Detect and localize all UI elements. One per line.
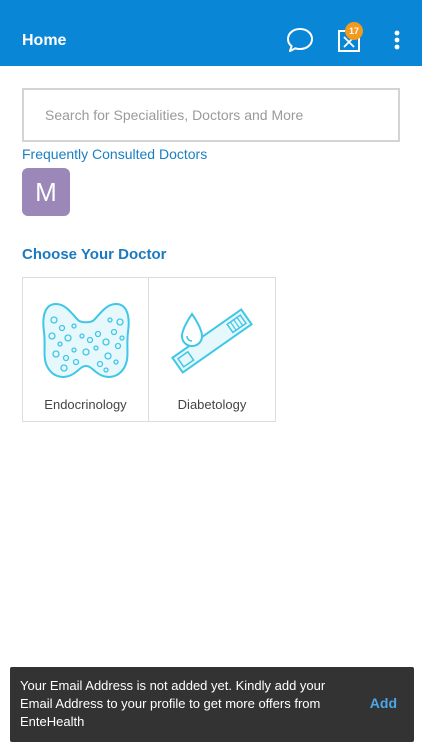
more-vert-icon xyxy=(394,30,400,50)
app-bar: Home 17 xyxy=(0,0,422,66)
overflow-menu-button[interactable] xyxy=(388,28,406,52)
doctor-avatar[interactable]: M xyxy=(22,168,70,216)
choose-doctor-heading: Choose Your Doctor xyxy=(22,246,167,263)
speciality-label: Endocrinology xyxy=(44,397,127,412)
speciality-label: Diabetology xyxy=(177,397,247,412)
chat-button[interactable] xyxy=(285,26,315,54)
snackbar-add-button[interactable]: Add xyxy=(370,695,397,711)
thyroid-icon xyxy=(41,302,130,378)
notification-count-badge: 17 xyxy=(345,22,363,40)
speciality-card-diabetology[interactable]: Diabetology xyxy=(149,277,276,422)
snackbar: Your Email Address is not added yet. Kin… xyxy=(10,667,414,742)
search-input[interactable] xyxy=(24,90,398,140)
frequently-consulted-heading: Frequently Consulted Doctors xyxy=(22,146,208,162)
chat-bubble-icon xyxy=(287,28,313,52)
page-title: Home xyxy=(22,32,67,49)
snackbar-message: Your Email Address is not added yet. Kin… xyxy=(20,678,326,729)
speciality-card-endocrinology[interactable]: Endocrinology xyxy=(22,277,149,422)
blood-test-strip-icon xyxy=(171,308,253,374)
home-screen: Home 17 Frequently Consulted Doctors M C… xyxy=(0,0,422,750)
speciality-grid: Endocrinology Diabetology xyxy=(22,277,276,422)
search-box[interactable] xyxy=(22,88,400,142)
